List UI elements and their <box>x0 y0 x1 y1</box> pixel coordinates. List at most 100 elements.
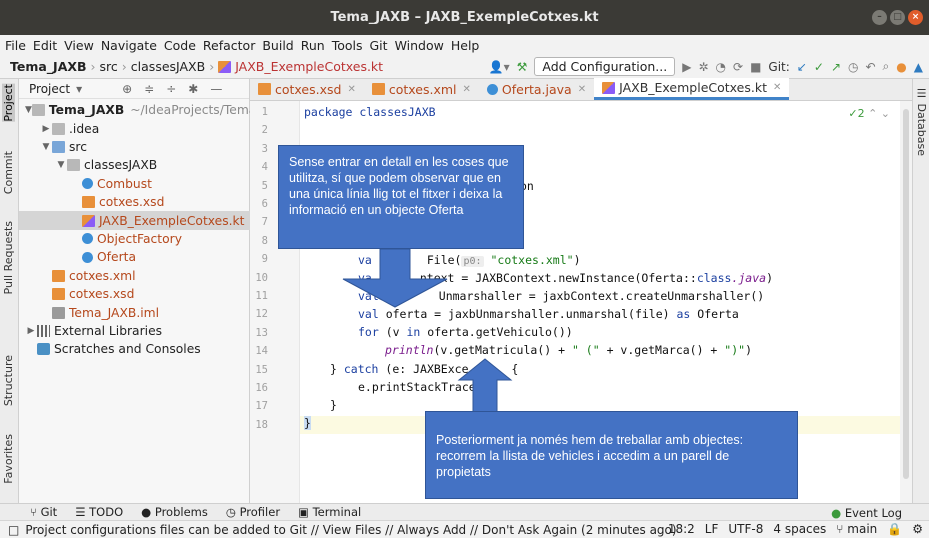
chevron-right-icon[interactable]: ▶ <box>40 124 52 134</box>
tree-item[interactable]: Oferta <box>19 248 250 266</box>
lock-icon[interactable]: 🔒 <box>887 522 902 536</box>
line-number: 8 <box>261 234 268 247</box>
minimize-icon[interactable]: – <box>872 10 887 25</box>
tree-item-label: Scratches and Consoles <box>54 342 201 357</box>
hammer-icon[interactable]: ⚒ <box>517 60 528 74</box>
menu-refactor[interactable]: Refactor <box>203 38 255 53</box>
inspection-widget[interactable]: ✓2 ⌃ ⌄ <box>848 107 890 120</box>
ide-logo-icon[interactable]: ▲ <box>914 60 923 74</box>
menu-tools[interactable]: Tools <box>332 38 363 53</box>
chevron-down-icon[interactable]: ▾ <box>76 82 82 96</box>
search-icon[interactable]: ⌕ <box>883 59 890 74</box>
locate-icon[interactable]: ⊕ <box>122 82 132 96</box>
close-icon[interactable]: ✕ <box>773 82 781 93</box>
toolbar-right: 👤▾ ⚒ Add Configuration... ▶ ✲ ◔ ⟳ ■ Git:… <box>489 57 923 76</box>
tree-item[interactable]: JAXB_ExempleCotxes.kt <box>19 211 250 230</box>
tree-item[interactable]: Scratches and Consoles <box>19 340 250 358</box>
tab-cotxes-xsd[interactable]: cotxes.xsd ✕ <box>250 78 364 100</box>
caret-position[interactable]: 18:2 <box>668 522 695 536</box>
tool-problems[interactable]: ● Problems <box>141 505 208 519</box>
close-icon[interactable]: ✕ <box>578 84 586 95</box>
run-icon[interactable]: ▶ <box>682 60 691 74</box>
tree-item[interactable]: ObjectFactory <box>19 230 250 248</box>
menu-build[interactable]: Build <box>262 38 293 53</box>
tree-item-label: Tema_JAXB <box>48 103 125 118</box>
tab-oferta-java[interactable]: Oferta.java ✕ <box>479 78 594 100</box>
tree-item[interactable]: cotxes.xsd <box>19 285 250 303</box>
tree-item[interactable]: cotxes.xml <box>19 267 250 285</box>
tool-todo[interactable]: ☰ TODO <box>75 505 123 519</box>
tool-terminal[interactable]: ▣ Terminal <box>298 505 361 519</box>
breadcrumb-file[interactable]: JAXB_ExempleCotxes.kt <box>235 59 383 74</box>
status-window-icon[interactable]: □ <box>8 523 19 537</box>
maximize-icon[interactable]: □ <box>890 10 905 25</box>
gear-icon[interactable]: ✱ <box>188 82 198 96</box>
rollback-icon[interactable]: ↶ <box>865 60 875 74</box>
add-configuration-button[interactable]: Add Configuration... <box>534 57 676 76</box>
status-message[interactable]: Project configurations files can be adde… <box>25 523 676 537</box>
hide-icon[interactable]: — <box>210 82 222 96</box>
stop-icon[interactable]: ■ <box>750 60 761 74</box>
git-commit-icon[interactable]: ✓ <box>814 60 824 74</box>
coverage-icon[interactable]: ◔ <box>716 60 726 74</box>
tree-item[interactable]: ▶ .idea <box>19 119 250 137</box>
menu-window[interactable]: Window <box>395 38 444 53</box>
menu-help[interactable]: Help <box>451 38 480 53</box>
project-view-selector[interactable]: Project <box>29 82 70 96</box>
menu-file[interactable]: File <box>5 38 26 53</box>
tree-item[interactable]: ▼ Tema_JAXB ~/IdeaProjects/Tema <box>19 101 250 119</box>
code-keyword: as <box>676 307 691 321</box>
update-icon[interactable]: ● <box>896 60 906 74</box>
menu-git[interactable]: Git <box>370 38 388 53</box>
menu-edit[interactable]: Edit <box>33 38 57 53</box>
tab-pull-requests[interactable]: Pull Requests <box>2 221 15 294</box>
debug-icon[interactable]: ✲ <box>698 60 708 74</box>
profile-icon[interactable]: ⟳ <box>733 60 743 74</box>
chevron-down-icon[interactable]: ▼ <box>55 160 67 170</box>
line-separator[interactable]: LF <box>705 522 719 536</box>
tab-database[interactable]: ☰ Database <box>915 87 928 156</box>
editor-scrollbar[interactable] <box>900 101 912 503</box>
tool-git[interactable]: ⑂ Git <box>30 505 57 519</box>
chevron-right-icon[interactable]: ▶ <box>25 326 37 336</box>
collapse-icon[interactable]: ≑ <box>144 82 154 96</box>
history-icon[interactable]: ◷ <box>848 60 858 74</box>
tab-structure[interactable]: Structure <box>2 355 15 406</box>
event-log-button[interactable]: ● Event Log <box>831 506 902 520</box>
file-encoding[interactable]: UTF-8 <box>728 522 763 536</box>
tab-favorites[interactable]: Favorites <box>2 434 15 484</box>
chevron-down-icon[interactable]: ▼ <box>25 105 32 115</box>
notifications-icon[interactable]: ⚙ <box>912 522 923 536</box>
menu-navigate[interactable]: Navigate <box>101 38 157 53</box>
tree-item[interactable]: ▶ External Libraries <box>19 322 250 340</box>
indent-setting[interactable]: 4 spaces <box>773 522 826 536</box>
expand-icon[interactable]: ÷ <box>166 82 176 96</box>
xml-icon <box>52 288 65 301</box>
tree-item[interactable]: cotxes.xsd <box>19 193 250 211</box>
git-update-icon[interactable]: ↙ <box>797 60 807 74</box>
tree-item[interactable]: Combust <box>19 175 250 193</box>
tree-item[interactable]: ▼ classesJAXB <box>19 156 250 174</box>
menu-code[interactable]: Code <box>164 38 196 53</box>
breadcrumb-package[interactable]: classesJAXB <box>131 59 205 74</box>
git-branch[interactable]: ⑂ main <box>836 522 877 536</box>
close-icon[interactable]: ✕ <box>463 84 471 95</box>
tree-item[interactable]: ▼ src <box>19 138 250 156</box>
tab-commit[interactable]: Commit <box>2 151 15 194</box>
tab-jaxb-exemple-cotxes[interactable]: JAXB_ExempleCotxes.kt ✕ <box>594 78 790 100</box>
breadcrumb-src[interactable]: src <box>100 59 118 74</box>
tab-cotxes-xml[interactable]: cotxes.xml ✕ <box>364 78 479 100</box>
close-icon[interactable]: × <box>908 10 923 25</box>
user-icon[interactable]: 👤▾ <box>489 60 510 74</box>
tab-project[interactable]: Project <box>2 84 15 122</box>
git-push-icon[interactable]: ↗ <box>831 60 841 74</box>
tree-item[interactable]: Tema_JAXB.iml <box>19 303 250 321</box>
chevron-down-icon[interactable]: ▼ <box>40 142 52 152</box>
scrollbar-thumb[interactable] <box>903 109 909 479</box>
close-icon[interactable]: ✕ <box>347 84 355 95</box>
menu-view[interactable]: View <box>64 38 94 53</box>
tool-profiler[interactable]: ◷ Profiler <box>226 505 280 519</box>
breadcrumb-project[interactable]: Tema_JAXB <box>10 59 87 74</box>
code-text: ntext = JAXBContext.newInstance(Oferta:: <box>419 271 697 285</box>
menu-run[interactable]: Run <box>301 38 325 53</box>
